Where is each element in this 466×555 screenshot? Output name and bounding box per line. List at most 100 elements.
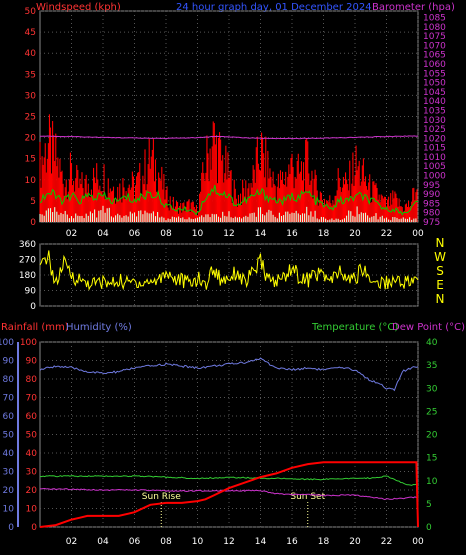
y2-tick-label: 990 bbox=[423, 190, 440, 200]
x-tick-label: 02 bbox=[66, 229, 77, 239]
y2-tick-label: 1060 bbox=[423, 60, 446, 70]
temp-tick-label: 20 bbox=[426, 431, 438, 441]
x-tick-label: 12 bbox=[223, 229, 234, 239]
temp-tick-label: 10 bbox=[426, 477, 438, 487]
humidity-tick-label: 30 bbox=[26, 468, 38, 478]
y2-tick-label: 1030 bbox=[423, 116, 446, 126]
humidity-tick-label: 0 bbox=[31, 523, 37, 533]
x-tick-label: 14 bbox=[255, 537, 267, 547]
y-tick-label: 10 bbox=[25, 176, 37, 186]
temp-tick-label: 15 bbox=[426, 454, 437, 464]
x-tick-label: 16 bbox=[286, 229, 298, 239]
compass-label: E bbox=[436, 278, 444, 292]
humidity-tick-label: 20 bbox=[26, 486, 38, 496]
y2-tick-label: 1035 bbox=[423, 106, 446, 116]
y-tick-label: 45 bbox=[25, 28, 36, 38]
humidity-tick-label: 40 bbox=[26, 449, 38, 459]
rain-tick-label: 0 bbox=[8, 523, 14, 533]
x-tick-label: 00 bbox=[412, 537, 424, 547]
temp-tick-label: 25 bbox=[426, 407, 437, 417]
temperature-header: Temperature (°C) bbox=[311, 322, 398, 333]
y2-tick-label: 1085 bbox=[423, 14, 446, 24]
x-tick-label: 22 bbox=[381, 537, 392, 547]
rain-tick-label: 70 bbox=[3, 394, 15, 404]
direction-tick-label: 270 bbox=[19, 256, 36, 266]
rain-tick-label: 80 bbox=[3, 375, 15, 385]
humidity-header: Humidity (%) bbox=[66, 322, 132, 333]
y2-tick-label: 1010 bbox=[423, 153, 446, 163]
y2-tick-label: 995 bbox=[423, 181, 440, 191]
rain-tick-label: 40 bbox=[3, 449, 15, 459]
y-tick-label: 5 bbox=[30, 197, 36, 207]
rain-tick-label: 20 bbox=[3, 486, 15, 496]
rain-tick-label: 100 bbox=[0, 338, 14, 348]
y2-tick-label: 1015 bbox=[423, 144, 446, 154]
x-tick-label: 16 bbox=[286, 537, 298, 547]
humidity-tick-label: 60 bbox=[26, 412, 38, 422]
y2-tick-label: 1065 bbox=[423, 51, 446, 61]
x-tick-label: 10 bbox=[192, 229, 204, 239]
compass-label: S bbox=[436, 264, 444, 278]
rain-tick-label: 10 bbox=[3, 505, 15, 515]
y2-tick-label: 1070 bbox=[423, 41, 446, 51]
x-tick-label: 06 bbox=[129, 537, 141, 547]
x-tick-label: 10 bbox=[192, 537, 204, 547]
y2-tick-label: 1050 bbox=[423, 79, 446, 89]
temp-tick-label: 40 bbox=[426, 338, 438, 348]
rain-tick-label: 90 bbox=[3, 357, 15, 367]
dewpoint-header: Dew Point (°C) bbox=[392, 322, 465, 333]
rain-tick-label: 30 bbox=[3, 468, 15, 478]
temp-tick-label: 5 bbox=[426, 500, 432, 510]
y2-tick-label: 1040 bbox=[423, 97, 446, 107]
direction-tick-label: 0 bbox=[30, 302, 36, 312]
y-tick-label: 25 bbox=[25, 113, 36, 123]
x-tick-label: 12 bbox=[223, 537, 234, 547]
compass-label: N bbox=[436, 236, 445, 250]
x-tick-label: 08 bbox=[160, 229, 172, 239]
x-tick-label: 06 bbox=[129, 229, 141, 239]
direction-tick-label: 90 bbox=[25, 287, 37, 297]
compass-label: W bbox=[434, 250, 446, 264]
y2-tick-label: 980 bbox=[423, 209, 440, 219]
x-tick-label: 18 bbox=[318, 229, 330, 239]
x-tick-label: 14 bbox=[255, 229, 267, 239]
humidity-tick-label: 80 bbox=[26, 375, 38, 385]
x-tick-label: 04 bbox=[97, 537, 109, 547]
temp-tick-label: 35 bbox=[426, 361, 437, 371]
x-tick-label: 22 bbox=[381, 229, 392, 239]
y2-tick-label: 1025 bbox=[423, 125, 446, 135]
x-tick-label: 18 bbox=[318, 537, 330, 547]
x-tick-label: 20 bbox=[349, 537, 361, 547]
direction-tick-label: 180 bbox=[19, 271, 36, 281]
compass-label: N bbox=[436, 292, 445, 306]
humidity-tick-label: 100 bbox=[20, 338, 37, 348]
x-tick-label: 00 bbox=[412, 229, 424, 239]
y-tick-label: 15 bbox=[25, 155, 36, 165]
rain-tick-label: 50 bbox=[3, 431, 15, 441]
temp-tick-label: 30 bbox=[426, 384, 438, 394]
y2-tick-label: 975 bbox=[423, 218, 440, 228]
humidity-tick-label: 50 bbox=[26, 431, 38, 441]
sun-marker-label: Sun Rise bbox=[142, 492, 181, 502]
rainfall-header: Rainfall (mm) bbox=[1, 322, 69, 333]
x-tick-label: 02 bbox=[66, 537, 77, 547]
y-tick-label: 40 bbox=[25, 49, 37, 59]
y2-tick-label: 1080 bbox=[423, 23, 446, 33]
y-tick-label: 35 bbox=[25, 70, 36, 80]
direction-tick-label: 360 bbox=[19, 240, 36, 250]
y2-tick-label: 1045 bbox=[423, 88, 446, 98]
humidity-tick-label: 90 bbox=[26, 357, 38, 367]
y-tick-label: 30 bbox=[25, 91, 37, 101]
y2-tick-label: 1005 bbox=[423, 162, 446, 172]
y2-tick-label: 1055 bbox=[423, 69, 446, 79]
x-tick-label: 08 bbox=[160, 537, 172, 547]
y2-tick-label: 985 bbox=[423, 199, 440, 209]
y2-tick-label: 1020 bbox=[423, 134, 446, 144]
x-tick-label: 20 bbox=[349, 229, 361, 239]
y-tick-label: 0 bbox=[30, 218, 36, 228]
sun-marker-label: Sun Set bbox=[290, 492, 325, 502]
y2-tick-label: 1000 bbox=[423, 172, 446, 182]
y2-tick-label: 1075 bbox=[423, 32, 446, 42]
weather-graph: Windspeed (kph) 24 hour graph day, 01 De… bbox=[0, 0, 466, 555]
rain-tick-label: 60 bbox=[3, 412, 15, 422]
